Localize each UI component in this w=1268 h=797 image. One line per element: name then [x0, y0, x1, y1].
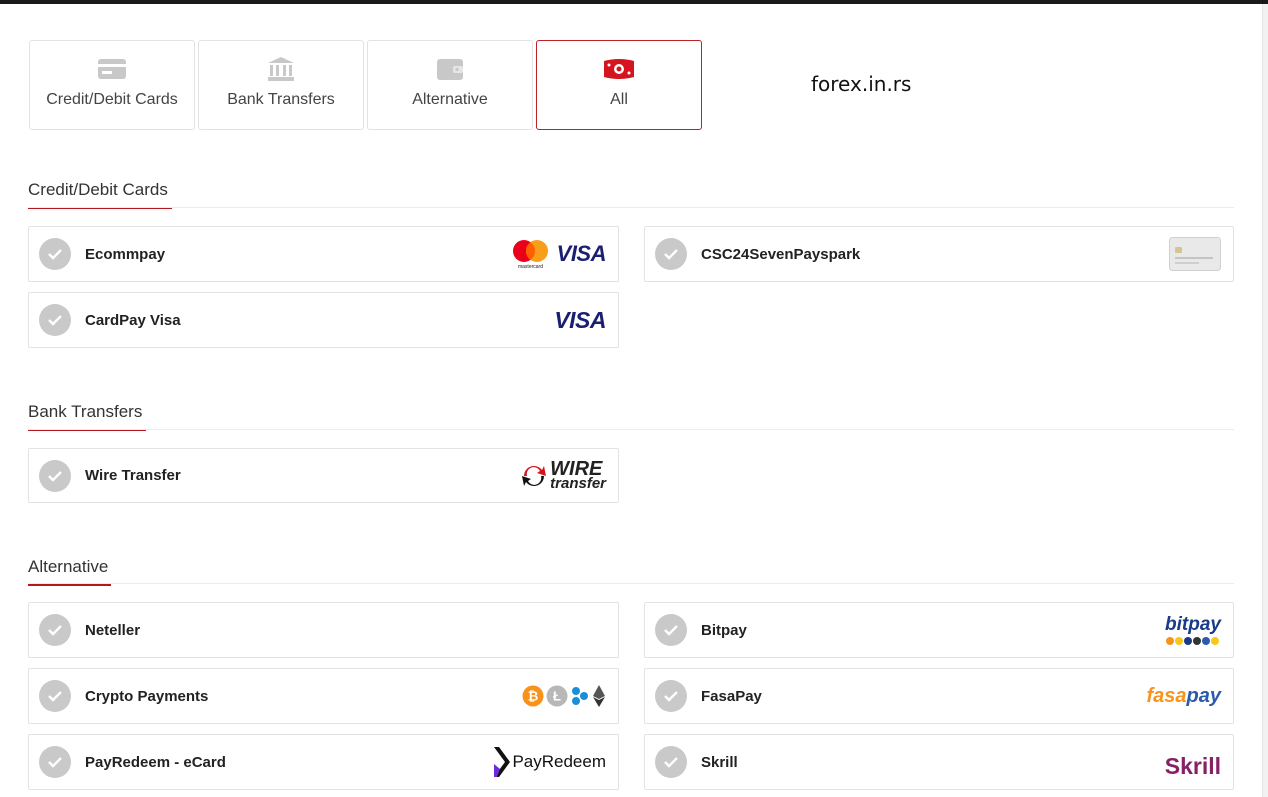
section-title-text: Bank Transfers: [28, 402, 143, 421]
fasapay-logo: fasa pay: [1147, 669, 1222, 723]
card-image-logo: [1169, 227, 1221, 281]
credit-card-icon: [97, 55, 127, 83]
checkmark-icon: [39, 746, 71, 778]
svg-text:Ł: Ł: [553, 689, 561, 704]
payment-option-wire-transfer[interactable]: Wire Transfer WIRE transfer: [28, 448, 619, 503]
section-title-alternative: Alternative: [28, 557, 111, 586]
payment-option-skrill[interactable]: Skrill Skrill: [644, 734, 1234, 790]
checkmark-icon: [39, 614, 71, 646]
tab-label: Alternative: [412, 91, 488, 108]
payment-option-csc24sevenpayspark[interactable]: CSC24SevenPayspark: [644, 226, 1234, 282]
mastercard-visa-logo: mastercard VISA: [511, 227, 607, 281]
section-title-bank-transfers: Bank Transfers: [28, 402, 146, 431]
bitpay-logo: bitpay: [1165, 603, 1221, 657]
section-divider: [28, 207, 1234, 208]
checkmark-icon: [655, 614, 687, 646]
transfer-wordmark: transfer: [550, 474, 606, 492]
payment-option-name: CSC24SevenPayspark: [701, 245, 861, 263]
payment-option-name: PayRedeem - eCard: [85, 753, 226, 771]
payment-option-ecommpay[interactable]: Ecommpay mastercard VISA: [28, 226, 619, 282]
checkmark-icon: [39, 304, 71, 336]
payment-option-name: Skrill: [701, 753, 738, 771]
crypto-coins-logo: ₿ Ł: [522, 669, 606, 723]
payment-option-cardpay-visa[interactable]: CardPay Visa VISA: [28, 292, 619, 348]
skrill-wordmark: Skrill: [1164, 752, 1221, 779]
payment-option-fasapay[interactable]: FasaPay fasa pay: [644, 668, 1234, 724]
section-underline: [28, 584, 111, 586]
checkmark-icon: [655, 238, 687, 270]
payredeem-wordmark: PayRedeem: [512, 752, 606, 771]
payment-option-name: Ecommpay: [85, 245, 166, 263]
tab-alternative[interactable]: Alternative: [367, 40, 533, 130]
top-bar: [0, 0, 1268, 4]
visa-wordmark: VISA: [556, 241, 607, 266]
wire-transfer-logo: WIRE transfer: [520, 449, 606, 502]
fasapay-wordmark-fasa: fasa: [1146, 684, 1187, 707]
money-bill-icon: [602, 55, 636, 83]
site-watermark-label: forex.in.rs: [811, 72, 912, 96]
payment-option-bitpay[interactable]: Bitpay bitpay: [644, 602, 1234, 658]
payment-option-payredeem-ecard[interactable]: PayRedeem - eCard PayRedeem: [28, 734, 619, 790]
payredeem-logo: PayRedeem: [494, 735, 606, 789]
section-title-credit-debit-cards: Credit/Debit Cards: [28, 180, 172, 209]
fasapay-wordmark-pay: pay: [1186, 684, 1221, 707]
tab-label: All: [610, 91, 628, 108]
section-title-text: Credit/Debit Cards: [28, 180, 168, 199]
tab-credit-debit-cards[interactable]: Credit/Debit Cards: [29, 40, 195, 130]
payment-option-name: Crypto Payments: [85, 687, 209, 705]
bank-icon: [267, 55, 295, 83]
checkmark-icon: [655, 746, 687, 778]
tab-bank-transfers[interactable]: Bank Transfers: [198, 40, 364, 130]
bitpay-wordmark: bitpay: [1165, 613, 1221, 635]
payment-option-crypto-payments[interactable]: Crypto Payments ₿ Ł: [28, 668, 619, 724]
checkmark-icon: [39, 238, 71, 270]
payment-option-name: FasaPay: [701, 687, 762, 705]
payment-option-name: CardPay Visa: [85, 311, 181, 329]
payment-option-name: Neteller: [85, 621, 141, 639]
section-divider: [28, 429, 1234, 430]
checkmark-icon: [655, 680, 687, 712]
section-title-text: Alternative: [28, 557, 109, 576]
tab-label: Credit/Debit Cards: [46, 91, 178, 108]
tab-all[interactable]: All: [536, 40, 702, 130]
payment-option-name: Bitpay: [701, 621, 747, 639]
payment-method-tabs: Credit/Debit Cards Bank Transfers Altern…: [29, 40, 702, 130]
checkmark-icon: [39, 459, 71, 492]
skrill-logo: Skrill: [1165, 735, 1221, 789]
visa-wordmark: VISA: [554, 306, 606, 333]
svg-text:₿: ₿: [528, 689, 539, 704]
payment-option-name: Wire Transfer: [85, 467, 181, 484]
svg-text:mastercard: mastercard: [518, 264, 543, 270]
tab-label: Bank Transfers: [227, 91, 335, 108]
checkmark-icon: [39, 680, 71, 712]
wallet-icon: [436, 55, 464, 83]
payment-option-neteller[interactable]: Neteller: [28, 602, 619, 658]
section-divider: [28, 583, 1234, 584]
scrollbar[interactable]: [1262, 4, 1268, 797]
visa-logo: VISA: [554, 293, 606, 347]
